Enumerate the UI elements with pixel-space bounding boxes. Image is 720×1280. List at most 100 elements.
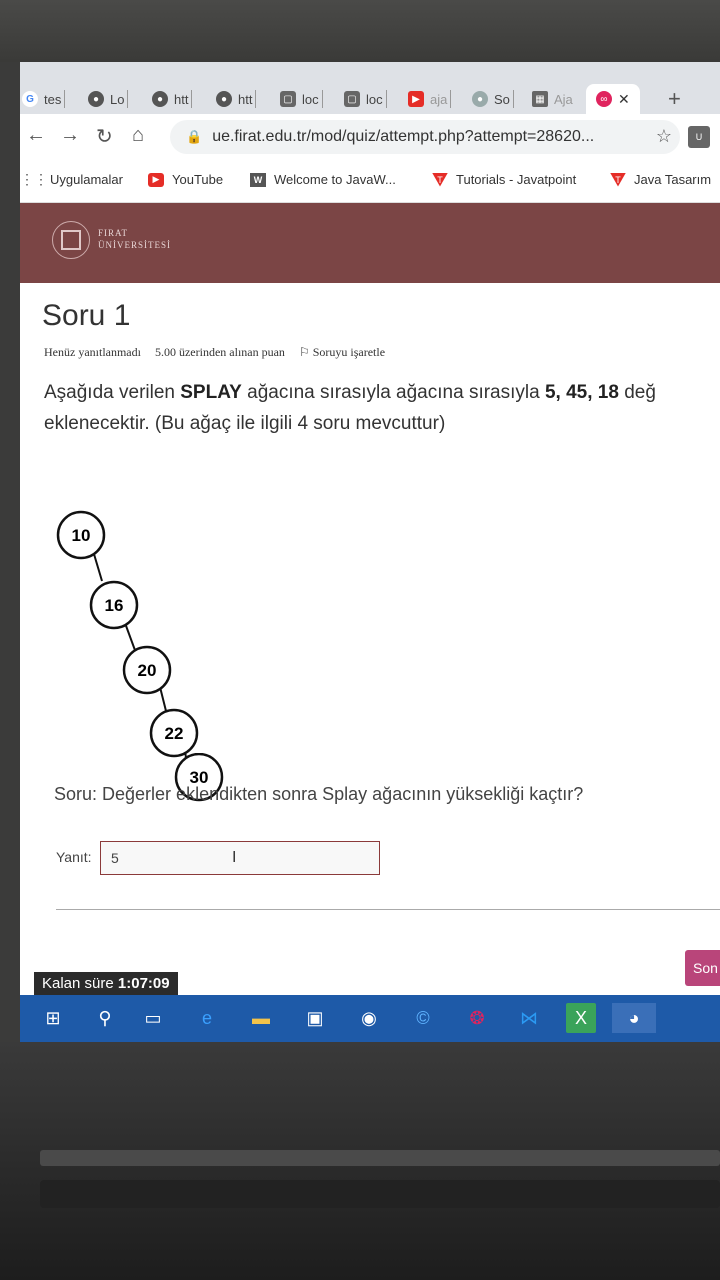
sub-question: Soru: Değerler eklendikten sonra Splay a… — [54, 784, 584, 804]
tree-node: 22 — [149, 708, 199, 758]
text-cursor-icon: I — [232, 849, 237, 866]
app-c-icon[interactable]: © — [408, 1003, 438, 1033]
tab-4[interactable]: ● htt — [216, 84, 257, 114]
store-icon[interactable]: ▣ — [300, 1003, 330, 1033]
javatpoint-icon: T — [610, 172, 626, 187]
chat-icon: ▢ — [280, 91, 296, 107]
bookmark-label: Tutorials - Javatpoint — [456, 172, 577, 187]
tab-label: Aja — [554, 91, 573, 107]
media-player-icon[interactable]: ◉ — [354, 1003, 384, 1033]
windows-taskbar: ⊞ ⚲ ▭ e ▬ ▣ ◉ © ❂ ⋈ X ◕ — [20, 995, 720, 1042]
next-page-button[interactable]: Son — [685, 950, 720, 986]
infinity-icon: ∞ — [596, 91, 612, 107]
url-text[interactable]: ue.firat.edu.tr/mod/quiz/attempt.php?att… — [212, 128, 594, 146]
task-view-icon[interactable]: ▭ — [138, 1003, 168, 1033]
grid-icon: ▦ — [532, 91, 548, 107]
university-name: FIRAT ÜNİVERSİTESİ — [98, 228, 171, 250]
file-explorer-icon[interactable]: ▬ — [246, 1003, 276, 1033]
lock-icon: 🔒 — [186, 129, 203, 144]
question-title: Soru 1 — [42, 299, 131, 332]
vscode-icon[interactable]: ⋈ — [514, 1003, 544, 1033]
tree-node: 10 — [56, 510, 106, 560]
bookmark-youtube[interactable]: ▶ YouTube — [148, 172, 223, 187]
tab-label: aja — [430, 91, 448, 107]
back-icon[interactable]: ← — [26, 124, 46, 147]
quiz-content: Soru 1 Henüz yanıtlanmadı 5.00 üzerinden… — [20, 283, 720, 996]
app-red-icon[interactable]: ❂ — [462, 1003, 492, 1033]
laptop-base — [40, 1180, 720, 1208]
flag-icon: ⚐ — [298, 345, 310, 359]
youtube-icon: ▶ — [408, 91, 424, 107]
question-text: Aşağıda verilen SPLAY ağacına sırasıyla … — [44, 382, 656, 434]
tab-5[interactable]: ▢ loc — [280, 84, 323, 114]
tab-1[interactable]: G tes — [22, 84, 66, 114]
globe-icon: ● — [88, 91, 104, 107]
bookmark-java-tasarim[interactable]: T Java Tasarım — [610, 172, 711, 187]
tab-3[interactable]: ● htt — [152, 84, 193, 114]
divider — [56, 909, 720, 910]
tab-label: tes — [44, 91, 62, 107]
tab-label: Lo — [110, 91, 125, 107]
excel-icon[interactable]: X — [566, 1003, 596, 1033]
tab-bar: G tes ● Lo ● htt ● htt ▢ loc ▢ loc ▶ aja… — [20, 62, 720, 114]
address-bar[interactable]: 🔒 ue.firat.edu.tr/mod/quiz/attempt.php?a… — [170, 120, 680, 154]
screen: G tes ● Lo ● htt ● htt ▢ loc ▢ loc ▶ aja… — [20, 62, 720, 1042]
tab-8[interactable]: ● So — [472, 84, 514, 114]
search-icon[interactable]: ⚲ — [90, 1003, 120, 1033]
tab-6[interactable]: ▢ loc — [344, 84, 387, 114]
forward-icon[interactable]: → — [60, 124, 80, 147]
laptop-hinge — [40, 1150, 720, 1166]
answer-input[interactable] — [100, 841, 380, 875]
monitor-bezel-left — [0, 62, 20, 1042]
globe-icon: ● — [216, 91, 232, 107]
globe-icon: ● — [472, 91, 488, 107]
home-icon[interactable]: ⌂ — [132, 124, 144, 147]
question-points: 5.00 üzerinden alınan puan — [154, 345, 285, 359]
question-status: Henüz yanıtlanmadı — [44, 345, 141, 359]
address-row: ← → ↻ ⌂ 🔒 ue.firat.edu.tr/mod/quiz/attem… — [20, 114, 720, 162]
node-label: 22 — [165, 724, 184, 743]
tab-9[interactable]: ▦ Aja — [532, 84, 573, 114]
tab-label: loc — [302, 91, 319, 107]
bookmark-apps[interactable]: ⋮⋮ Uygulamalar — [20, 171, 123, 187]
tab-active[interactable]: ∞ ✕ — [586, 84, 640, 114]
flag-question[interactable]: ⚐ Soruyu işaretle — [299, 345, 385, 360]
site-header: FIRAT ÜNİVERSİTESİ — [20, 203, 720, 283]
youtube-icon: ▶ — [148, 172, 164, 187]
globe-icon: ● — [152, 91, 168, 107]
tab-label: htt — [174, 91, 189, 107]
node-label: 16 — [105, 596, 124, 615]
tab-label: loc — [366, 91, 383, 107]
quiz-timer: Kalan süre 1:07:09 — [34, 972, 178, 996]
tab-label: So — [494, 91, 510, 107]
node-label: 20 — [138, 661, 157, 680]
tree-node: 16 — [89, 580, 139, 630]
tab-label: htt — [238, 91, 253, 107]
close-tab-icon[interactable]: ✕ — [618, 91, 630, 108]
bookmark-javatpoint[interactable]: T Tutorials - Javatpoint — [432, 172, 576, 187]
new-tab-button[interactable]: + — [668, 86, 681, 112]
tab-2[interactable]: ● Lo — [88, 84, 129, 114]
bookmark-label: YouTube — [172, 172, 224, 187]
chrome-icon[interactable]: ◕ — [612, 1003, 656, 1033]
tree-edge — [124, 622, 137, 654]
monitor-bezel-top — [0, 0, 720, 62]
flag-label: Soruyu işaretle — [312, 345, 386, 359]
apps-icon: ⋮⋮ — [20, 171, 48, 187]
bookmarks-bar: ⋮⋮ Uygulamalar ▶ YouTube W Welcome to Ja… — [20, 162, 720, 203]
answer-label: Yanıt: — [56, 849, 92, 865]
edge-icon[interactable]: e — [192, 1003, 222, 1033]
extension-icon[interactable]: U — [688, 126, 710, 148]
university-logo-icon[interactable] — [52, 221, 90, 259]
question-info: Henüz yanıtlanmadı 5.00 üzerinden alınan… — [44, 345, 385, 360]
bookmark-star-icon[interactable]: ☆ — [656, 126, 672, 147]
bookmark-javaw[interactable]: W Welcome to JavaW... — [250, 172, 396, 187]
windows-start-icon[interactable]: ⊞ — [38, 1003, 68, 1033]
w-icon: W — [250, 172, 266, 187]
tree-node: 20 — [122, 645, 172, 695]
tab-7[interactable]: ▶ aja — [408, 84, 452, 114]
reload-icon[interactable]: ↻ — [96, 124, 113, 149]
bookmark-label: Welcome to JavaW... — [274, 172, 396, 187]
splay-tree-diagram: 10 16 20 22 — [56, 510, 199, 776]
node-label: 10 — [72, 526, 91, 545]
